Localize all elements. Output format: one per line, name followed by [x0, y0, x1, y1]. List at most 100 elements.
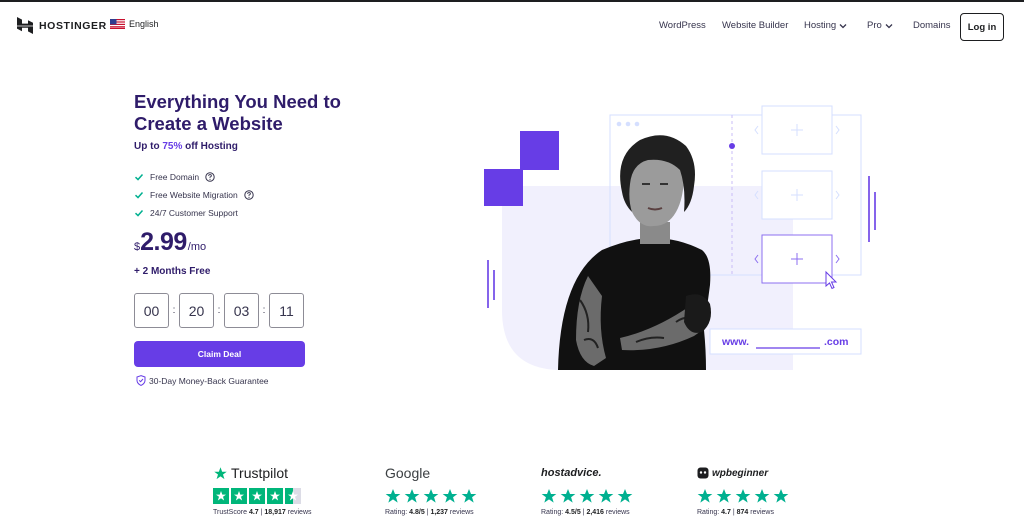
feature-label: 24/7 Customer Support: [150, 208, 238, 218]
window-dot: [634, 121, 640, 127]
window-dot: [625, 121, 631, 127]
star-icon: [754, 489, 770, 503]
hostadvice-logo: hostadvice.: [541, 464, 633, 482]
subtitle-suffix: off Hosting: [182, 141, 238, 152]
nav-wordpress-label: WordPress: [659, 20, 706, 31]
review-summary: Rating: 4.5/5 | 2,416 reviews: [541, 509, 630, 516]
timer-minutes: 03: [224, 293, 259, 328]
timer-separator: :: [217, 305, 221, 316]
score-label: Rating:: [697, 509, 720, 516]
nav-pro[interactable]: Pro: [867, 20, 893, 31]
review-count: 2,416: [586, 509, 604, 516]
review-brand: Trustpilot: [231, 465, 289, 481]
review-google[interactable]: Google Rating: 4.8/5 | 1,237 reviews: [385, 464, 477, 516]
feature-label: Free Domain: [150, 172, 200, 182]
trustpilot-star-icon: [214, 466, 227, 479]
language-selector[interactable]: English: [110, 19, 159, 29]
money-back-guarantee: 30-Day Money-Back Guarantee: [136, 375, 269, 386]
countdown-timer: 00 : 20 : 03 : 11: [134, 293, 304, 328]
subtitle-prefix: Up to: [134, 141, 163, 152]
star-icon: [461, 489, 477, 503]
rating-stars: [697, 488, 789, 504]
google-logo: Google: [385, 464, 477, 482]
review-summary: Rating: 4.7 | 874 reviews: [697, 509, 774, 516]
hero-title-line-1: Everything You Need to: [134, 91, 341, 112]
star-icon: [231, 488, 247, 504]
check-icon: [134, 209, 144, 217]
placeholder-box: [754, 105, 840, 155]
help-icon[interactable]: [205, 172, 215, 182]
purple-square-bottom: [484, 169, 523, 206]
review-count-label: reviews: [449, 509, 474, 516]
star-icon: [423, 489, 439, 503]
price: $ 2.99 /mo: [134, 228, 206, 257]
review-trustpilot[interactable]: Trustpilot TrustScore 4.7 | 18,917 revie…: [213, 464, 312, 516]
star-icon: [267, 488, 283, 504]
hostinger-logo-icon: [17, 17, 33, 34]
star-icon: [541, 489, 557, 503]
star-icon: [773, 489, 789, 503]
review-hostadvice[interactable]: hostadvice. Rating: 4.5/5 | 2,416 review…: [541, 464, 633, 516]
star-icon: [404, 489, 420, 503]
score-label: Rating:: [541, 509, 564, 516]
us-flag-icon: [110, 19, 125, 29]
wpbeginner-icon: [697, 467, 709, 479]
review-summary: Rating: 4.8/5 | 1,237 reviews: [385, 509, 474, 516]
feature-list: Free Domain Free Website Migration 24/7 …: [134, 168, 254, 222]
brand-logo[interactable]: HOSTINGER: [17, 17, 107, 34]
guarantee-label: 30-Day Money-Back Guarantee: [149, 375, 269, 386]
claim-deal-button[interactable]: Claim Deal: [134, 341, 305, 367]
star-icon: [579, 489, 595, 503]
check-icon: [134, 191, 144, 199]
star-icon: [249, 488, 265, 504]
score-label: Rating:: [385, 509, 408, 516]
help-icon[interactable]: [244, 190, 254, 200]
rating-stars: [213, 488, 312, 504]
check-icon: [134, 173, 144, 181]
feature-label: Free Website Migration: [150, 190, 238, 200]
domain-prefix: www.: [722, 336, 750, 348]
star-icon: [735, 489, 751, 503]
chevron-down-icon: [885, 23, 893, 28]
nav-domains-label: Domains: [913, 20, 951, 31]
nav-website-builder-label: Website Builder: [722, 20, 789, 31]
review-brand: Google: [385, 465, 431, 481]
star-icon: [560, 489, 576, 503]
price-amount: 2.99: [140, 228, 187, 256]
star-icon: [617, 489, 633, 503]
shield-check-icon: [136, 375, 146, 386]
window-dot: [616, 121, 622, 127]
nav-website-builder[interactable]: Website Builder: [722, 20, 788, 31]
nav-wordpress[interactable]: WordPress: [659, 20, 706, 31]
star-icon: [442, 489, 458, 503]
site-header: HOSTINGER English WordPress Website Buil…: [0, 2, 1024, 48]
language-label: English: [129, 19, 159, 29]
wpbeginner-logo: wpbeginner: [697, 464, 789, 482]
star-icon: [697, 489, 713, 503]
brand-name: HOSTINGER: [39, 19, 107, 32]
score-value: 4.7: [248, 509, 259, 516]
placeholder-box: [754, 170, 840, 220]
review-brand: wpbeginner: [712, 467, 769, 479]
timer-hours: 20: [179, 293, 214, 328]
review-count: 874: [736, 509, 749, 516]
review-wpbeginner[interactable]: wpbeginner Rating: 4.7 | 874 reviews: [697, 464, 789, 516]
nav-hosting[interactable]: Hosting: [804, 20, 847, 31]
bonus-text: + 2 Months Free: [134, 266, 211, 277]
feature-item: Free Domain: [134, 168, 254, 186]
rating-stars: [385, 488, 477, 504]
score-value: 4.7: [721, 509, 731, 516]
login-button[interactable]: Log in: [960, 13, 1004, 41]
score-label: TrustScore: [213, 509, 247, 516]
domain-suffix: .com: [824, 336, 849, 348]
timer-seconds: 11: [269, 293, 304, 328]
hero-subtitle: Up to 75% off Hosting: [134, 141, 238, 152]
hero-title-line-2: Create a Website: [134, 113, 283, 134]
review-count: 1,237: [430, 509, 448, 516]
review-count-label: reviews: [605, 509, 630, 516]
nav-hosting-label: Hosting: [804, 20, 837, 31]
chevron-down-icon: [839, 23, 847, 28]
review-brand: hostadvice.: [541, 467, 602, 479]
nav-domains[interactable]: Domains: [913, 20, 951, 31]
review-count: 18,917: [264, 509, 286, 516]
